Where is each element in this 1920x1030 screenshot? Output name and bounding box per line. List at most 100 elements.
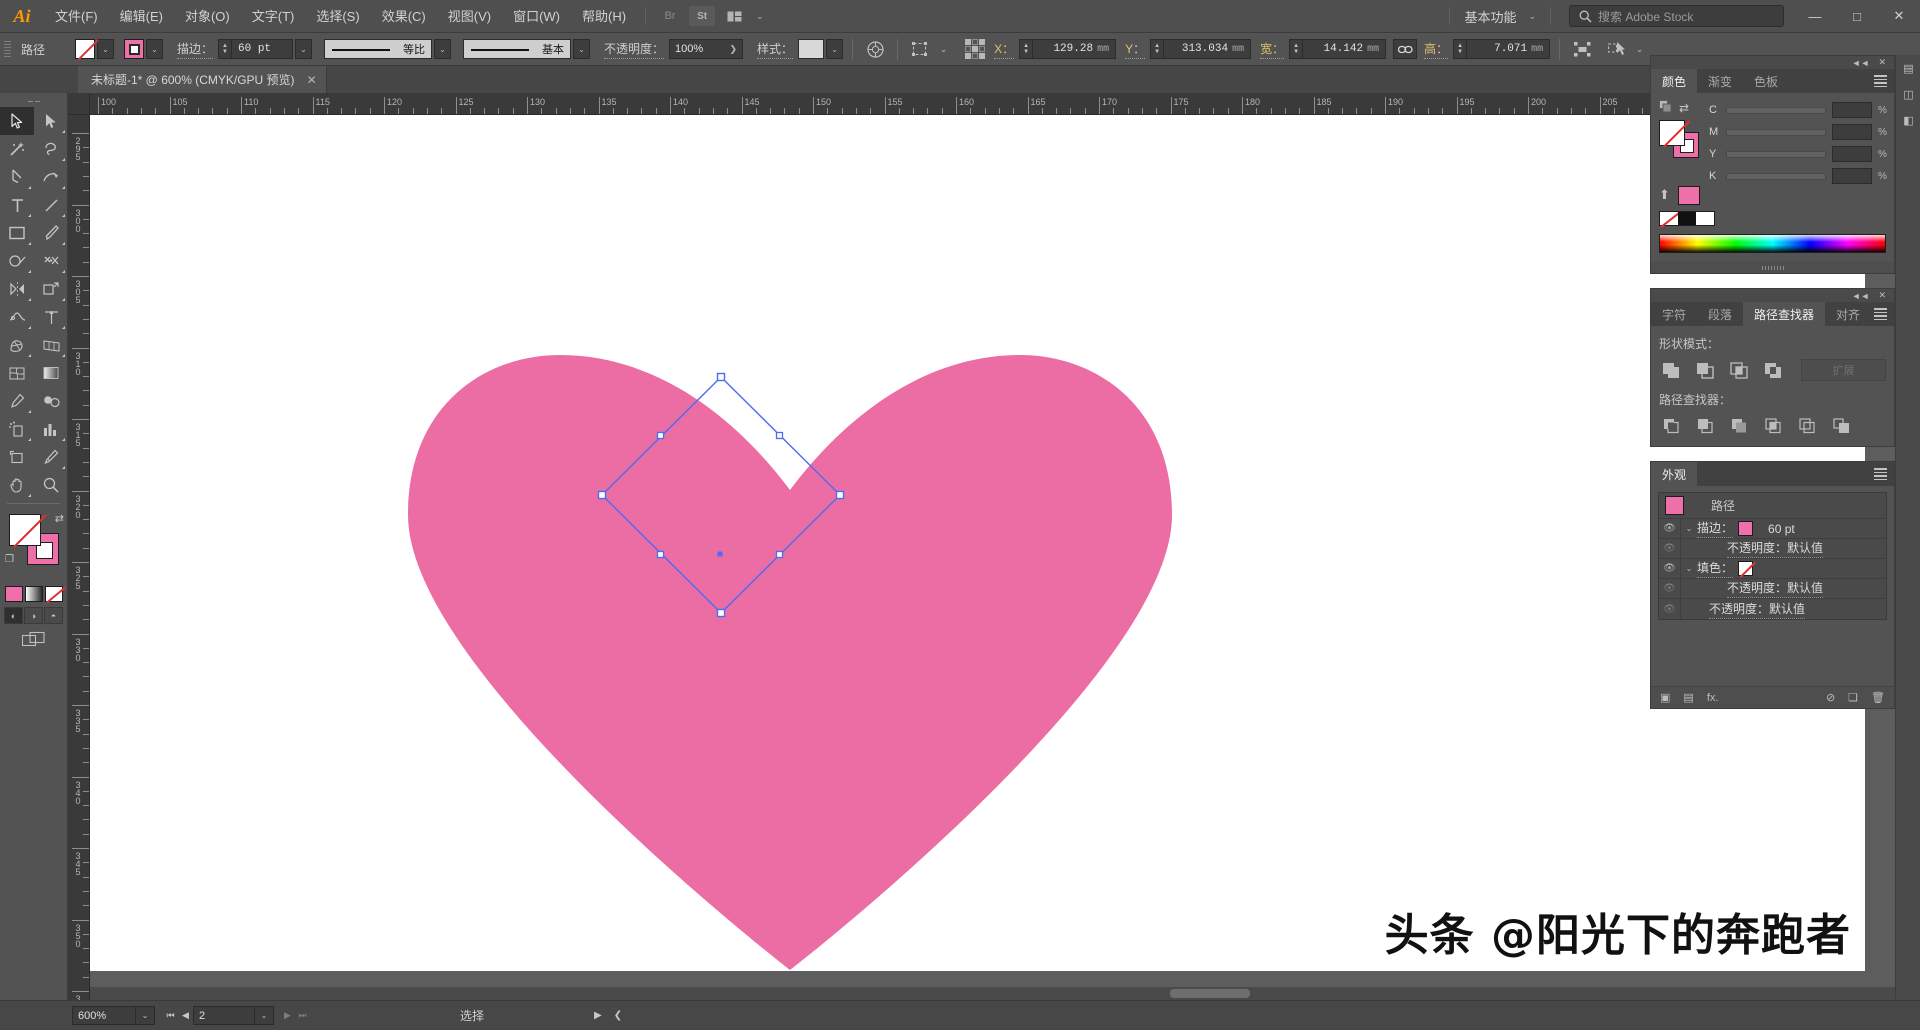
menu-file[interactable]: 文件(F) [44,0,109,33]
recolor-artwork-icon[interactable] [862,38,888,60]
clear-appearance-icon[interactable]: ⊘ [1826,691,1835,704]
menu-effect[interactable]: 效果(C) [371,0,437,33]
perspective-grid-tool[interactable] [34,331,68,359]
profile-chevron-down-icon[interactable]: ⌄ [434,39,451,59]
direct-selection-tool[interactable] [34,107,68,135]
style-chevron-down-icon[interactable]: ⌄ [826,39,843,59]
rectangle-tool[interactable] [0,219,34,247]
first-page-icon[interactable]: ⏮ [163,1006,178,1025]
opacity-expand-icon[interactable]: ❯ [730,44,738,55]
symbol-sprayer-tool[interactable] [0,415,34,443]
ruler-corner[interactable] [68,93,90,115]
appearance-object-row[interactable]: 路径 [1659,493,1886,519]
merge-button[interactable] [1727,415,1752,437]
scale-tool[interactable] [34,275,68,303]
selected-path-diamond[interactable] [599,374,844,617]
appearance-fill-row[interactable]: 👁 ⌄ 填色： [1659,559,1886,579]
fill-row-swatch[interactable] [1738,561,1753,576]
gradient-button[interactable] [25,586,43,602]
tab-paragraph[interactable]: 段落 [1697,302,1743,326]
fill-swatch[interactable] [75,39,95,59]
divide-button[interactable] [1659,415,1684,437]
line-segment-tool[interactable] [34,191,68,219]
arrange-chevron-down-icon[interactable]: ⌄ [750,11,770,22]
fill-opacity-eye-icon[interactable]: 👁 [1659,579,1681,599]
midpoint-handle-top-right[interactable] [777,433,783,439]
zoom-level-input[interactable]: 600% [72,1006,136,1025]
fill-visibility-eye-icon[interactable]: 👁 [1659,559,1681,579]
fill-stroke-proxy-icon[interactable] [1659,100,1672,116]
horizontal-scrollbar[interactable] [90,987,1907,1000]
channel-k-slider[interactable] [1726,173,1826,180]
artboard-chevron-down-icon[interactable]: ⌄ [255,1006,274,1025]
graphic-style-swatch[interactable] [798,39,824,59]
menu-help[interactable]: 帮助(H) [571,0,637,33]
tab-swatches[interactable]: 色板 [1743,69,1789,93]
collapsed-panel-icon-3[interactable]: ◧ [1896,107,1920,133]
duplicate-item-icon[interactable]: ❏ [1848,691,1858,704]
artboard-tool[interactable] [0,443,34,471]
add-new-stroke-icon[interactable]: ▣ [1660,691,1670,704]
appearance-stroke-row[interactable]: 👁 ⌄ 描边： 60 pt [1659,519,1886,539]
trim-button[interactable] [1693,415,1718,437]
tab-character[interactable]: 字符 [1651,302,1697,326]
style-label[interactable]: 样式： [757,40,793,59]
opacity-input[interactable]: 100% ❯ [669,39,743,59]
fill-disclosure-chevron-down-icon[interactable]: ⌄ [1681,564,1697,573]
pathfinder-panel-titlebar[interactable]: ◄◄ ✕ [1651,289,1894,302]
menu-window[interactable]: 窗口(W) [502,0,571,33]
toolbar-grip[interactable] [0,96,67,107]
draw-behind-icon[interactable]: ◑ [24,607,43,624]
artboard[interactable]: 头条 @阳光下的奔跑者 [90,115,1865,971]
stroke-visibility-eye-icon[interactable]: 👁 [1659,519,1681,539]
close-panel-icon[interactable]: ✕ [1878,57,1886,68]
channel-y-input[interactable] [1832,146,1872,162]
delete-item-icon[interactable]: 🗑 [1871,691,1885,704]
status-play-icon[interactable]: ▶ [594,1010,602,1021]
color-button[interactable] [5,586,23,602]
menu-edit[interactable]: 编辑(E) [109,0,174,33]
appearance-panel-menu-icon[interactable] [1874,462,1887,486]
gradient-tool[interactable] [34,359,68,387]
status-back-icon[interactable]: ❮ [614,1010,622,1021]
swap-fill-stroke-icon[interactable]: ⇄ [1679,101,1689,115]
bridge-icon[interactable]: Br [657,6,683,26]
hand-tool[interactable] [0,471,34,499]
intersect-button[interactable] [1727,359,1752,381]
add-new-effect-icon[interactable]: fx. [1707,692,1719,704]
midpoint-handle-bottom-left[interactable] [658,552,664,558]
panel-fill-box[interactable] [1659,120,1685,146]
channel-k-input[interactable] [1832,168,1872,184]
appearance-fill-opacity-row[interactable]: 👁 不透明度：默认值 [1659,579,1886,599]
stroke-opacity-label[interactable]: 不透明度：默认值 [1727,539,1823,558]
collapsed-panel-icon-2[interactable]: ◫ [1896,81,1920,107]
default-fill-stroke-icon[interactable]: ❐ [5,554,14,565]
document-tab[interactable]: 未标题-1* @ 600% (CMYK/GPU 预览) ✕ [78,66,327,93]
menu-object[interactable]: 对象(O) [174,0,241,33]
horizontal-ruler[interactable]: 1001051101151201251301351401451501551601… [90,93,1920,115]
stroke-weight-label[interactable]: 描边： [177,40,213,59]
appearance-object-opacity-row[interactable]: 👁 不透明度：默认值 [1659,599,1886,619]
draw-inside-icon[interactable]: ◓ [44,607,63,624]
mesh-tool[interactable] [0,359,34,387]
canvas-area[interactable]: 1001051101151201251301351401451501551601… [68,93,1920,1000]
color-spectrum-bar[interactable] [1659,234,1886,253]
stock-search-input[interactable]: 搜索 Adobe Stock [1569,5,1784,27]
artboard-number-input[interactable]: 2 [193,1006,255,1025]
color-panel-titlebar[interactable]: ◄◄ ✕ [1651,56,1894,69]
workspace-switcher[interactable]: 基本功能 [1458,7,1522,26]
stroke-profile-select[interactable]: 等比 [324,39,432,59]
workspace-chevron-down-icon[interactable]: ⌄ [1522,11,1542,22]
width-stepper[interactable]: ▲▼ [1289,39,1302,59]
stroke-weight-stepper[interactable]: ▲▼ [218,39,231,59]
control-bar-grip[interactable] [4,39,13,59]
channel-m-input[interactable] [1832,124,1872,140]
eyedropper-tool[interactable] [0,387,34,415]
midpoint-handle-bottom-right[interactable] [777,552,783,558]
stroke-disclosure-chevron-down-icon[interactable]: ⌄ [1681,524,1697,533]
minus-front-button[interactable] [1693,359,1718,381]
outline-button[interactable] [1795,415,1820,437]
lasso-tool[interactable] [34,135,68,163]
eraser-tool[interactable] [34,247,68,275]
change-screen-mode-icon[interactable] [0,631,67,647]
